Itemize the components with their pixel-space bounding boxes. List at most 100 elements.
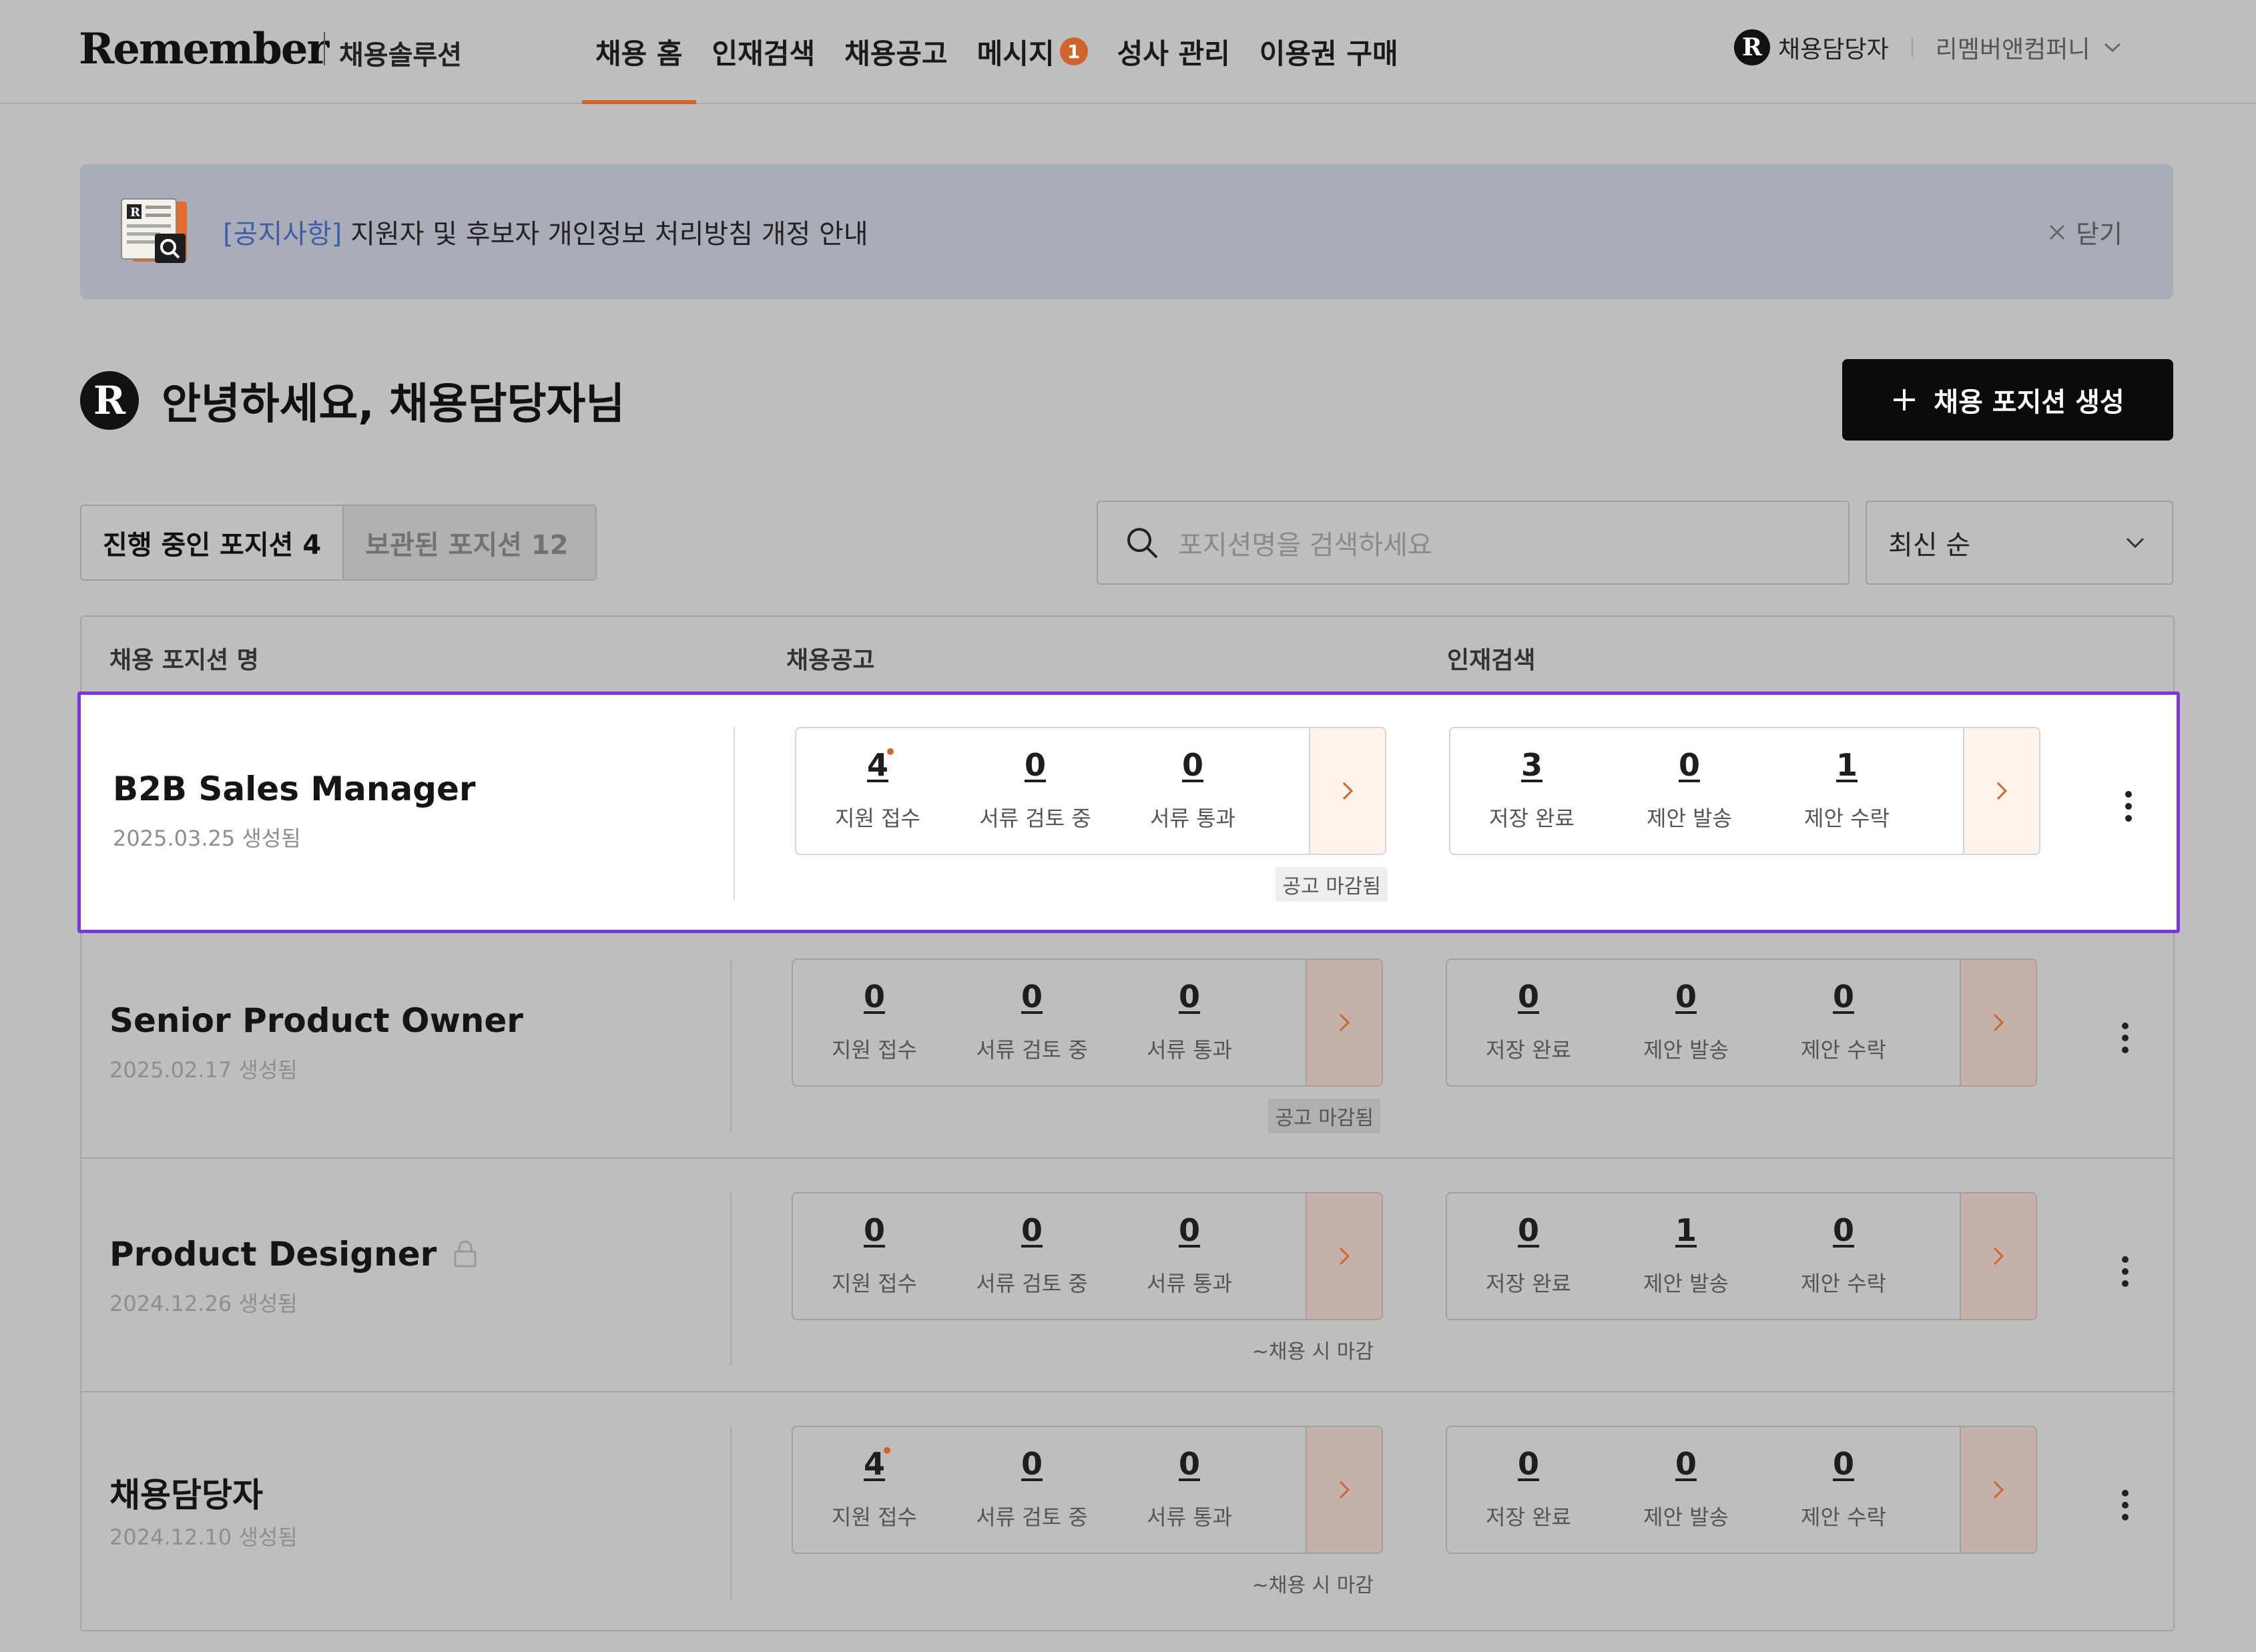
talent-stat[interactable]: 1 제안 수락: [1768, 728, 1926, 854]
notice-banner[interactable]: R [공지사항] 지원자 및 후보자 개인정보 처리방침 개정 안내 닫기: [80, 164, 2173, 299]
stat-label: 제안 발송: [1643, 1271, 1729, 1296]
search-placeholder: 포지션명을 검색하세요: [1178, 530, 1432, 561]
stat-label: 지원 접수: [832, 1037, 917, 1063]
nav-messages[interactable]: 메시지 1: [962, 0, 1103, 103]
nav-label: 메시지: [976, 37, 1055, 70]
notice-close-button[interactable]: 닫기: [2048, 214, 2123, 250]
position-name[interactable]: Senior Product Owner: [109, 1001, 523, 1040]
position-name[interactable]: Product Designer: [109, 1235, 478, 1274]
talent-stat[interactable]: 1 제안 발송: [1607, 1193, 1765, 1319]
tab-active-positions[interactable]: 진행 중인 포지션 4: [81, 506, 344, 579]
notice-tag: [공지사항]: [223, 219, 342, 250]
nav-deal-management[interactable]: 성사 관리: [1103, 0, 1245, 103]
talent-stat[interactable]: 0 제안 수락: [1765, 1427, 1922, 1553]
table-header: 채용 포지션 명 채용공고 인재검색: [81, 617, 2173, 690]
user-role: 채용담당자: [1778, 36, 1889, 63]
nav-job-posting[interactable]: 채용공고: [830, 0, 962, 103]
job-stat[interactable]: 0 지원 접수: [796, 1193, 953, 1319]
stat-value: 4: [866, 747, 888, 783]
stat-value: 0: [1021, 1212, 1043, 1248]
stat-label: 서류 통과: [1147, 1504, 1232, 1530]
stat-value: 0: [1024, 747, 1046, 783]
table-row[interactable]: B2B Sales Manager 2025.03.25 생성됨 4 지원 접수…: [77, 692, 2180, 933]
stat-value: 4: [863, 1446, 885, 1482]
job-stat[interactable]: 0 서류 통과: [1114, 728, 1272, 854]
job-stat[interactable]: 0 지원 접수: [796, 960, 953, 1085]
job-stat[interactable]: 0 서류 검토 중: [953, 1193, 1111, 1319]
newspaper-search-icon: R: [121, 198, 187, 263]
chevron-right-icon: [1339, 1013, 1350, 1032]
talent-search-stats: 0 저장 완료 0 제안 발송 0 제안 수락: [1446, 958, 2037, 1087]
stat-label: 제안 수락: [1801, 1271, 1886, 1296]
stat-value: 0: [1832, 1212, 1854, 1248]
user-menu[interactable]: R 채용담당자 리멤버앤컴퍼니: [1734, 29, 2122, 65]
detail-arrow-button[interactable]: [1309, 728, 1385, 854]
create-position-button[interactable]: 채용 포지션 생성: [1842, 359, 2173, 441]
nav-recruit-home[interactable]: 채용 홈: [581, 0, 697, 104]
job-stat[interactable]: 0 서류 통과: [1111, 1193, 1268, 1319]
detail-arrow-button[interactable]: [1960, 1427, 2036, 1553]
talent-stat[interactable]: 0 제안 발송: [1611, 728, 1768, 854]
table-row[interactable]: Product Designer 2024.12.26 생성됨 0 지원 접수 …: [81, 1160, 2173, 1394]
header-job-posting: 채용공고: [786, 647, 875, 674]
more-options-icon[interactable]: [2121, 1488, 2130, 1522]
main-nav: 채용 홈 인재검색 채용공고 메시지 1 성사 관리 이용권 구매: [581, 0, 1413, 104]
talent-stat[interactable]: 3 저장 완료: [1453, 728, 1611, 854]
nav-talent-search[interactable]: 인재검색: [697, 0, 830, 103]
position-created-date: 2024.12.10 생성됨: [109, 1525, 298, 1550]
stat-value: 0: [1178, 1446, 1200, 1482]
talent-stat[interactable]: 0 제안 발송: [1607, 960, 1765, 1085]
more-options-icon[interactable]: [2124, 790, 2133, 823]
job-posting-stats: 0 지원 접수 0 서류 검토 중 0 서류 통과: [792, 958, 1383, 1087]
job-stat[interactable]: 0 서류 통과: [1111, 1427, 1268, 1553]
talent-stat[interactable]: 0 제안 수락: [1765, 960, 1922, 1085]
job-stat[interactable]: 4 지원 접수: [796, 1427, 953, 1553]
job-stat[interactable]: 0 서류 검토 중: [956, 728, 1114, 854]
stat-value: 0: [1678, 747, 1700, 783]
stat-value: 0: [1832, 1446, 1854, 1482]
detail-arrow-button[interactable]: [1306, 1427, 1382, 1553]
chevron-right-icon: [1993, 1013, 2004, 1032]
lock-icon: [454, 1240, 477, 1268]
position-created-date: 2025.02.17 생성됨: [109, 1057, 298, 1083]
column-divider: [730, 1426, 732, 1599]
talent-stat[interactable]: 0 저장 완료: [1450, 1427, 1607, 1553]
table-row[interactable]: 채용담당자 2024.12.10 생성됨 4 지원 접수 0 서류 검토 중 0…: [81, 1394, 2173, 1627]
stat-label: 서류 검토 중: [976, 1271, 1088, 1296]
detail-arrow-button[interactable]: [1960, 960, 2036, 1085]
position-name[interactable]: 채용담당자: [109, 1468, 263, 1517]
more-options-icon[interactable]: [2121, 1255, 2130, 1288]
more-options-icon[interactable]: [2121, 1021, 2130, 1055]
talent-stat[interactable]: 0 저장 완료: [1450, 1193, 1607, 1319]
position-name-text: B2B Sales Manager: [113, 770, 476, 808]
notice-title: 지원자 및 후보자 개인정보 처리방침 개정 안내: [342, 219, 868, 250]
chevron-right-icon: [1339, 1480, 1350, 1499]
position-name[interactable]: B2B Sales Manager: [113, 770, 476, 808]
stat-value: 0: [1021, 979, 1043, 1015]
logo-divider: [324, 32, 325, 65]
job-stat[interactable]: 0 서류 통과: [1111, 960, 1268, 1085]
detail-arrow-button[interactable]: [1306, 960, 1382, 1085]
tab-archived-positions[interactable]: 보관된 포지션 12: [344, 506, 595, 579]
job-stat[interactable]: 0 서류 검토 중: [953, 960, 1111, 1085]
detail-arrow-button[interactable]: [1963, 728, 2039, 854]
notice-text[interactable]: [공지사항] 지원자 및 후보자 개인정보 처리방침 개정 안내: [223, 212, 868, 251]
stat-value: 1: [1836, 747, 1858, 783]
sort-select[interactable]: 최신 순: [1866, 501, 2173, 585]
remember-logo[interactable]: Remember: [79, 24, 329, 74]
talent-stat[interactable]: 0 제안 발송: [1607, 1427, 1765, 1553]
stat-value: 0: [1517, 979, 1539, 1015]
detail-arrow-button[interactable]: [1306, 1193, 1382, 1319]
talent-stat[interactable]: 0 저장 완료: [1450, 960, 1607, 1085]
close-label: 닫기: [2076, 220, 2123, 249]
position-search-input[interactable]: 포지션명을 검색하세요: [1097, 501, 1850, 585]
logo-subtitle: 채용솔루션: [339, 40, 462, 71]
table-row[interactable]: Senior Product Owner 2025.02.17 생성됨 0 지원…: [81, 926, 2173, 1160]
job-stat[interactable]: 0 서류 검토 중: [953, 1427, 1111, 1553]
talent-stat[interactable]: 0 제안 수락: [1765, 1193, 1922, 1319]
stat-label: 제안 발송: [1647, 806, 1732, 831]
detail-arrow-button[interactable]: [1960, 1193, 2036, 1319]
nav-buy-pass[interactable]: 이용권 구매: [1245, 0, 1413, 103]
create-position-label: 채용 포지션 생성: [1934, 387, 2125, 418]
job-stat[interactable]: 4 지원 접수: [799, 728, 956, 854]
